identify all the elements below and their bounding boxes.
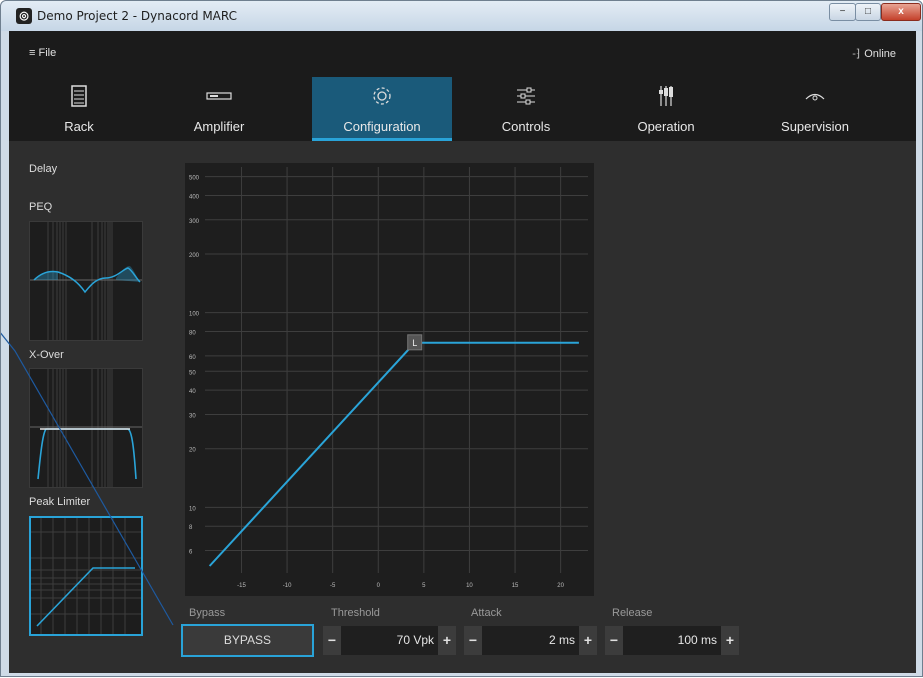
sidebar-item-delay[interactable]: Delay: [29, 163, 57, 175]
close-button[interactable]: x: [881, 3, 921, 21]
configuration-panel: Delay PEQ X-Over Peak Limiter 500 400 30…: [9, 141, 916, 673]
sidebar-item-peak-limiter[interactable]: Peak Limiter: [29, 496, 90, 508]
tab-rack[interactable]: Rack: [9, 77, 149, 141]
y-tick-label: 400: [189, 194, 200, 200]
limiter-graph[interactable]: 500 400 300 200 100 80 60 50 40 30 20 10 8 6 -15 -10 -5 0…: [185, 163, 594, 596]
x-tick-label: -10: [283, 583, 292, 589]
peq-thumbnail[interactable]: [29, 221, 143, 341]
threshold-marker-label: L: [412, 338, 417, 348]
connection-status[interactable]: -⁆ Online: [852, 47, 896, 60]
x-tick-label: -5: [330, 583, 336, 589]
x-tick-label: 0: [377, 583, 381, 589]
tab-configuration-label: Configuration: [343, 119, 421, 134]
gear-icon: [312, 85, 452, 107]
sidebar-item-peq[interactable]: PEQ: [29, 201, 52, 213]
plug-icon: -⁆: [852, 48, 861, 60]
threshold-decrement-button[interactable]: −: [323, 626, 341, 655]
limiter-curve: [208, 341, 579, 567]
sidebar-item-xover[interactable]: X-Over: [29, 349, 64, 361]
minimize-button[interactable]: −: [829, 3, 856, 21]
bypass-button[interactable]: BYPASS: [181, 624, 314, 657]
attack-stepper[interactable]: − 2 ms +: [464, 626, 597, 655]
release-decrement-button[interactable]: −: [605, 626, 623, 655]
app-logo-icon: ◎: [16, 8, 32, 24]
x-tick-label: 20: [557, 583, 564, 589]
tab-configuration[interactable]: Configuration: [312, 77, 452, 141]
y-tick-label: 8: [189, 525, 193, 531]
tab-controls-label: Controls: [501, 119, 551, 134]
y-tick-label: 10: [189, 506, 196, 512]
sliders-icon: [456, 85, 596, 107]
release-value[interactable]: 100 ms: [678, 626, 717, 655]
attack-label: Attack: [471, 607, 502, 619]
peak-limiter-thumbnail[interactable]: [29, 516, 143, 636]
limiter-graph-svg: 500 400 300 200 100 80 60 50 40 30 20 10 8 6 -15 -10 -5 0…: [189, 167, 588, 589]
y-tick-label: 6: [189, 550, 193, 556]
rack-icon: [9, 85, 149, 107]
y-tick-label: 500: [189, 176, 200, 182]
y-tick-label: 100: [189, 312, 200, 318]
threshold-label: Threshold: [331, 607, 380, 619]
tab-operation[interactable]: Operation: [596, 77, 736, 141]
threshold-increment-button[interactable]: +: [438, 626, 456, 655]
release-label: Release: [612, 607, 653, 619]
attack-decrement-button[interactable]: −: [464, 626, 482, 655]
threshold-stepper[interactable]: − 70 Vpk +: [323, 626, 456, 655]
y-tick-label: 30: [189, 413, 196, 419]
y-tick-label: 40: [189, 389, 196, 395]
y-tick-label: 300: [189, 219, 200, 225]
title-bar[interactable]: ◎ Demo Project 2 - Dynacord MARC − □ x: [1, 1, 922, 31]
y-tick-label: 80: [189, 331, 196, 337]
file-menu[interactable]: ≡ File: [29, 47, 56, 59]
eye-icon: [745, 85, 885, 107]
tab-supervision-label: Supervision: [781, 119, 849, 134]
xover-thumbnail[interactable]: [29, 368, 143, 488]
y-tick-label: 60: [189, 355, 196, 361]
amplifier-icon: [149, 85, 289, 107]
attack-increment-button[interactable]: +: [579, 626, 597, 655]
release-stepper[interactable]: − 100 ms +: [605, 626, 739, 655]
y-tick-label: 200: [189, 253, 200, 259]
bypass-label: Bypass: [189, 607, 226, 619]
release-increment-button[interactable]: +: [721, 626, 739, 655]
window-title: Demo Project 2 - Dynacord MARC: [37, 9, 238, 23]
tab-amplifier[interactable]: Amplifier: [149, 77, 289, 141]
connection-status-label: Online: [864, 48, 896, 60]
tab-rack-label: Rack: [64, 119, 94, 134]
tab-operation-label: Operation: [637, 119, 695, 134]
top-navigation: ≡ File -⁆ Online Rack Amplifier Configura…: [9, 31, 916, 141]
x-tick-label: -15: [237, 583, 246, 589]
tab-amplifier-label: Amplifier: [193, 119, 245, 134]
x-tick-label: 10: [466, 583, 473, 589]
maximize-button[interactable]: □: [855, 3, 881, 21]
app-window: ◎ Demo Project 2 - Dynacord MARC − □ x ≡…: [0, 0, 923, 677]
tab-supervision[interactable]: Supervision: [745, 77, 885, 141]
x-tick-label: 5: [422, 583, 426, 589]
attack-value[interactable]: 2 ms: [549, 626, 575, 655]
y-tick-label: 20: [189, 448, 196, 454]
x-tick-label: 15: [512, 583, 519, 589]
tab-controls[interactable]: Controls: [456, 77, 596, 141]
operation-icon: [596, 85, 736, 107]
threshold-value[interactable]: 70 Vpk: [397, 626, 434, 655]
y-tick-label: 50: [189, 370, 196, 376]
app-body: ≡ File -⁆ Online Rack Amplifier Configura…: [9, 31, 916, 673]
